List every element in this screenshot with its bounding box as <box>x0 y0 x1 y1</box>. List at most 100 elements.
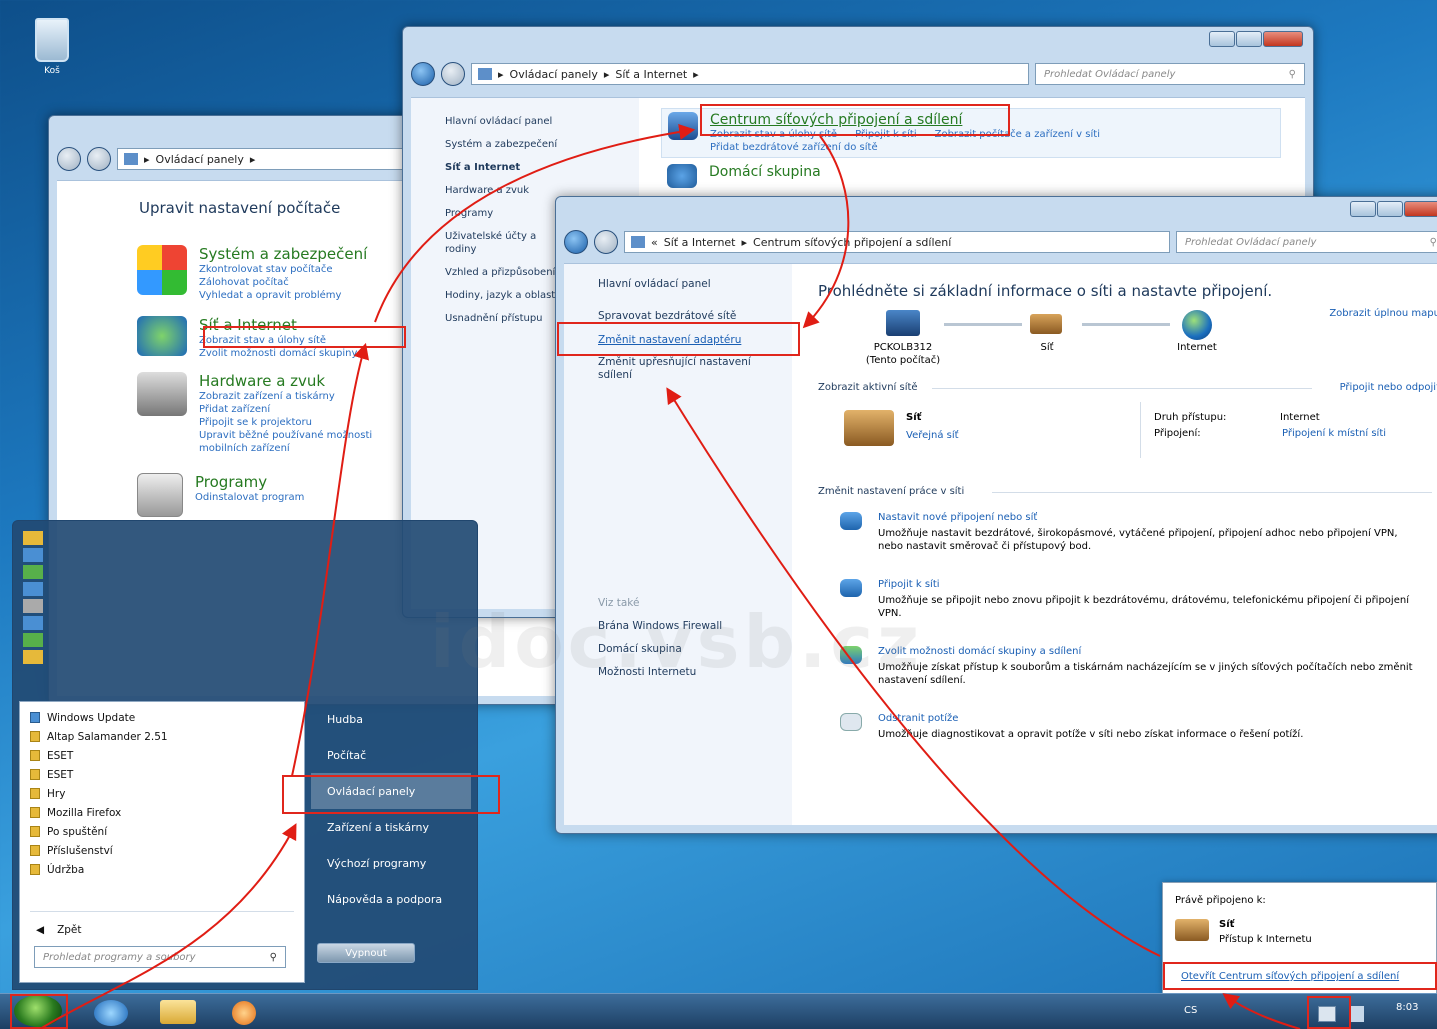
task-description: Umožňuje se připojit nebo znovu připojit… <box>878 595 1409 619</box>
app-icon <box>23 548 43 562</box>
program-item[interactable]: Hry <box>30 784 304 803</box>
sidebar-item[interactable]: Systém a zabezpečení <box>445 133 639 156</box>
task-link[interactable]: Nastavit nové připojení nebo síť <box>878 512 1420 523</box>
network-type-link[interactable]: Veřejná síť <box>906 430 959 441</box>
access-type-label: Druh přístupu: <box>1154 412 1227 423</box>
breadcrumb-item[interactable]: Síť a Internet <box>615 68 687 81</box>
category-link[interactable]: Upravit běžné používané možnosti mobilní… <box>199 429 399 455</box>
connection-label: Připojení: <box>1154 428 1201 439</box>
category-link[interactable]: Zálohovat počítač <box>199 276 367 289</box>
sidebar-item[interactable]: Hlavní ovládací panel <box>445 110 639 133</box>
category-title[interactable]: Hardware a zvuk <box>199 372 399 390</box>
search-input[interactable]: Prohledat Ovládací panely ⚲ <box>1176 231 1437 253</box>
language-indicator[interactable]: CS <box>1184 1005 1197 1016</box>
homegroup-link[interactable]: Domácí skupina <box>709 164 821 188</box>
program-item[interactable]: ESET <box>30 746 304 765</box>
category-title[interactable]: Systém a zabezpečení <box>199 245 367 263</box>
back-button[interactable]: ◀ Zpět <box>30 920 304 939</box>
forward-button[interactable] <box>594 230 618 254</box>
homegroup-item[interactable]: Domácí skupina <box>661 158 1305 194</box>
menu-item-help[interactable]: Nápověda a podpora <box>311 881 471 917</box>
address-bar[interactable]: « Síť a Internet ▸ Centrum síťových přip… <box>624 231 1170 253</box>
program-item[interactable]: Mozilla Firefox <box>30 803 304 822</box>
back-button[interactable] <box>411 62 435 86</box>
globe-icon <box>1182 310 1212 340</box>
task-link[interactable]: Přidat bezdrátové zařízení do sítě <box>710 141 1100 154</box>
minimize-button[interactable] <box>1350 201 1376 217</box>
maximize-button[interactable] <box>1236 31 1262 47</box>
sidebar-item-active[interactable]: Síť a Internet <box>445 156 639 179</box>
back-button[interactable] <box>564 230 588 254</box>
category-link[interactable]: Vyhledat a opravit problémy <box>199 289 367 302</box>
task-link[interactable]: Připojit k síti <box>878 579 1420 590</box>
sidebar-item[interactable]: Hlavní ovládací panel <box>598 278 792 290</box>
menu-item-default-programs[interactable]: Výchozí programy <box>311 845 471 881</box>
highlight-tray-icon <box>1307 996 1351 1029</box>
popup-network-name: Síť <box>1219 919 1235 930</box>
maximize-button[interactable] <box>1377 201 1403 217</box>
program-item[interactable]: Po spuštění <box>30 822 304 841</box>
breadcrumb-item[interactable]: Ovládací panely <box>510 68 598 81</box>
explorer-folder-icon[interactable] <box>160 1000 196 1024</box>
program-item[interactable]: Altap Salamander 2.51 <box>30 727 304 746</box>
category-link[interactable]: Připojit se k projektoru <box>199 416 399 429</box>
forward-button[interactable] <box>441 62 465 86</box>
connection-link[interactable]: Připojení k místní síti <box>1282 428 1386 439</box>
forward-button[interactable] <box>87 147 111 171</box>
breadcrumb-item[interactable]: Síť a Internet <box>664 236 736 249</box>
troubleshoot-icon <box>840 713 862 731</box>
highlight-network-internet <box>203 326 406 348</box>
program-item[interactable]: Windows Update <box>30 708 304 727</box>
clock[interactable]: 8:03 <box>1396 1002 1418 1013</box>
breadcrumb-item[interactable]: Centrum síťových připojení a sdílení <box>753 236 951 249</box>
breadcrumb-item[interactable]: Ovládací panely <box>156 153 244 166</box>
network-map: PCKOLB312 (Tento počítač) Síť Internet <box>842 310 1272 370</box>
connect-disconnect-link[interactable]: Připojit nebo odpojit <box>1340 382 1437 393</box>
app-icon <box>23 582 43 596</box>
search-input[interactable]: Prohledat Ovládací panely ⚲ <box>1035 63 1305 85</box>
menu-divider <box>30 911 294 912</box>
program-item[interactable]: Příslušenství <box>30 841 304 860</box>
page-title: Prohlédněte si základní informace o síti… <box>818 282 1273 300</box>
media-player-icon[interactable] <box>232 1001 256 1025</box>
map-line <box>944 323 1022 326</box>
section-title: Změnit nastavení práce v síti <box>818 486 965 497</box>
app-icon <box>23 531 43 545</box>
minimize-button[interactable] <box>1209 31 1235 47</box>
volume-tray-icon[interactable] <box>1350 1006 1364 1022</box>
category-title[interactable]: Programy <box>195 473 304 491</box>
program-item[interactable]: Údržba <box>30 860 304 879</box>
navigation-bar: « Síť a Internet ▸ Centrum síťových přip… <box>564 229 1437 255</box>
task-item: Zvolit možnosti domácí skupiny a sdílení… <box>840 646 1420 687</box>
app-icon <box>23 599 43 613</box>
internet-explorer-icon[interactable] <box>94 1000 128 1026</box>
navigation-bar: ▸ Ovládací panely ▸ Síť a Internet ▸ Pro… <box>411 61 1305 87</box>
start-menu: Windows Update Altap Salamander 2.51 ESE… <box>12 520 478 990</box>
task-link[interactable]: Odstranit potíže <box>878 713 1303 724</box>
back-button[interactable] <box>57 147 81 171</box>
back-arrow-icon: ◀ <box>36 923 45 936</box>
full-map-link[interactable]: Zobrazit úplnou mapu <box>1329 308 1437 319</box>
sidebar-item[interactable]: Uživatelské účty a rodiny <box>445 230 555 256</box>
menu-item-devices[interactable]: Zařízení a tiskárny <box>311 809 471 845</box>
sidebar-item[interactable]: Spravovat bezdrátové sítě <box>598 310 792 322</box>
program-search-input[interactable]: Prohledat programy a soubory ⚲ <box>34 946 286 968</box>
menu-item-music[interactable]: Hudba <box>311 701 471 737</box>
bench-icon <box>1175 919 1209 941</box>
close-button[interactable] <box>1404 201 1437 217</box>
address-bar[interactable]: ▸ Ovládací panely ▸ Síť a Internet ▸ <box>471 63 1029 85</box>
category-link[interactable]: Zobrazit zařízení a tiskárny <box>199 390 399 403</box>
program-item[interactable]: ESET <box>30 765 304 784</box>
sidebar-item[interactable]: Změnit upřesňující nastavení sdílení <box>598 356 768 382</box>
close-button[interactable] <box>1263 31 1303 47</box>
category-link[interactable]: Přidat zařízení <box>199 403 399 416</box>
programs-panel: Windows Update Altap Salamander 2.51 ESE… <box>19 701 305 983</box>
category-link[interactable]: Zvolit možnosti domácí skupiny <box>199 347 357 360</box>
shutdown-button[interactable]: Vypnout <box>317 943 415 963</box>
task-link[interactable]: Zvolit možnosti domácí skupiny a sdílení <box>878 646 1420 657</box>
category-link[interactable]: Odinstalovat program <box>195 491 304 504</box>
task-item: Nastavit nové připojení nebo síť Umožňuje… <box>840 512 1420 553</box>
recycle-bin[interactable]: Koš <box>22 18 82 76</box>
menu-item-computer[interactable]: Počítač <box>311 737 471 773</box>
category-link[interactable]: Zkontrolovat stav počítače <box>199 263 367 276</box>
